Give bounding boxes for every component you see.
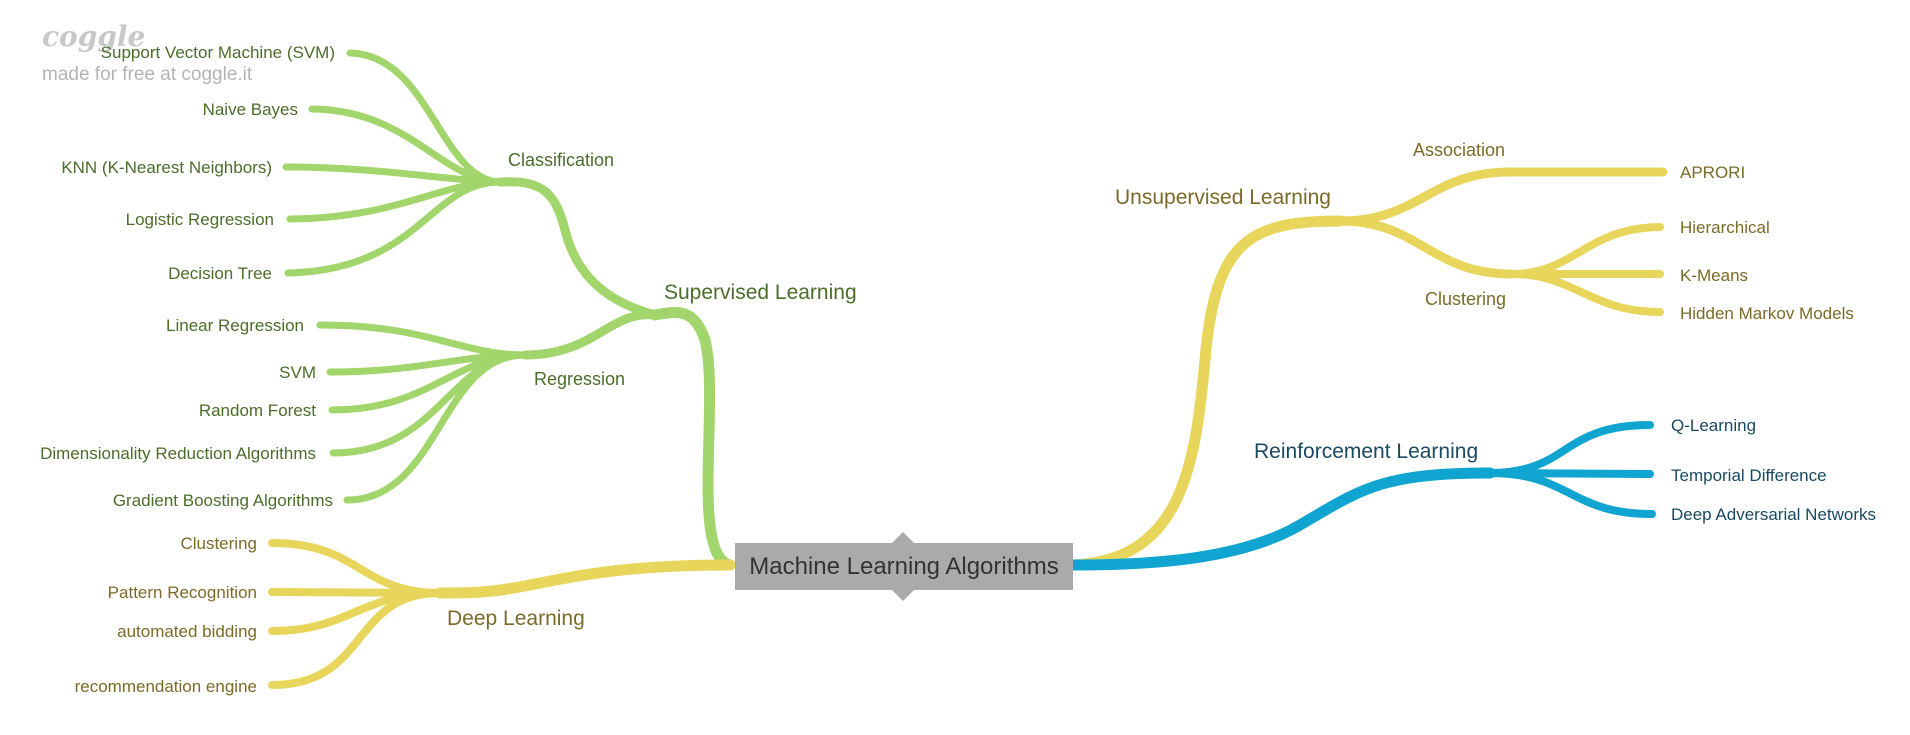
branch-supervised — [649, 307, 736, 571]
node-q-learning[interactable]: Q-Learning — [1671, 417, 1756, 434]
node-knn[interactable]: KNN (K-Nearest Neighbors) — [61, 159, 272, 176]
node-decision-tree[interactable]: Decision Tree — [168, 265, 272, 282]
node-classification[interactable]: Classification — [508, 151, 614, 169]
node-hidden-markov-models[interactable]: Hidden Markov Models — [1680, 305, 1854, 322]
branch-association — [1335, 167, 1515, 226]
node-random-forest[interactable]: Random Forest — [199, 402, 316, 419]
coggle-credit-link[interactable]: made for free at coggle.it — [42, 64, 252, 86]
node-apriori[interactable]: APRORI — [1680, 164, 1745, 181]
node-association[interactable]: Association — [1413, 141, 1505, 159]
node-svm-classification[interactable]: Support Vector Machine (SVM) — [101, 44, 335, 61]
node-reinforcement-learning[interactable]: Reinforcement Learning — [1254, 441, 1478, 462]
branch-reg-lr — [316, 321, 529, 359]
node-dimensionality-reduction[interactable]: Dimensionality Reduction Algorithms — [40, 445, 316, 462]
node-svm-regression[interactable]: SVM — [279, 364, 316, 381]
branch-clustering — [1335, 216, 1517, 279]
node-supervised-learning[interactable]: Supervised Learning — [664, 282, 857, 303]
root-node[interactable]: Machine Learning Algorithms — [735, 543, 1073, 590]
node-clustering[interactable]: Clustering — [1425, 290, 1506, 308]
node-deep-adversarial-networks[interactable]: Deep Adversarial Networks — [1671, 506, 1876, 523]
node-pattern-recognition[interactable]: Pattern Recognition — [108, 584, 257, 601]
branch-hmm — [1508, 270, 1664, 316]
branch-regression — [520, 310, 660, 360]
branch-deep-clustering — [268, 539, 444, 597]
root-collapse-down-icon[interactable] — [892, 590, 914, 601]
node-gradient-boosting[interactable]: Gradient Boosting Algorithms — [113, 492, 333, 509]
branch-hierarchical — [1508, 223, 1664, 278]
node-deep-learning[interactable]: Deep Learning — [447, 608, 585, 629]
node-logistic-regression[interactable]: Logistic Regression — [126, 211, 274, 228]
branch-qlearning — [1486, 421, 1654, 477]
root-collapse-up-icon[interactable] — [892, 532, 914, 543]
node-recommendation-engine[interactable]: recommendation engine — [75, 678, 257, 695]
node-deep-clustering[interactable]: Clustering — [180, 535, 257, 552]
branch-unsupervised — [1067, 215, 1346, 571]
node-unsupervised-learning[interactable]: Unsupervised Learning — [1115, 187, 1331, 208]
node-k-means[interactable]: K-Means — [1680, 267, 1748, 284]
branch-cls-dt — [284, 178, 504, 277]
branch-dan — [1486, 469, 1656, 518]
node-linear-regression[interactable]: Linear Regression — [166, 317, 304, 334]
node-naive-bayes[interactable]: Naive Bayes — [203, 101, 298, 118]
branch-deep — [434, 559, 736, 599]
node-automated-bidding[interactable]: automated bidding — [117, 623, 257, 640]
node-temporial-difference[interactable]: Temporial Difference — [1671, 467, 1827, 484]
node-hierarchical[interactable]: Hierarchical — [1680, 219, 1770, 236]
branch-deep-reco — [268, 589, 444, 689]
branch-classification — [495, 177, 660, 320]
branch-reg-gba — [343, 351, 529, 504]
node-regression[interactable]: Regression — [534, 370, 625, 388]
